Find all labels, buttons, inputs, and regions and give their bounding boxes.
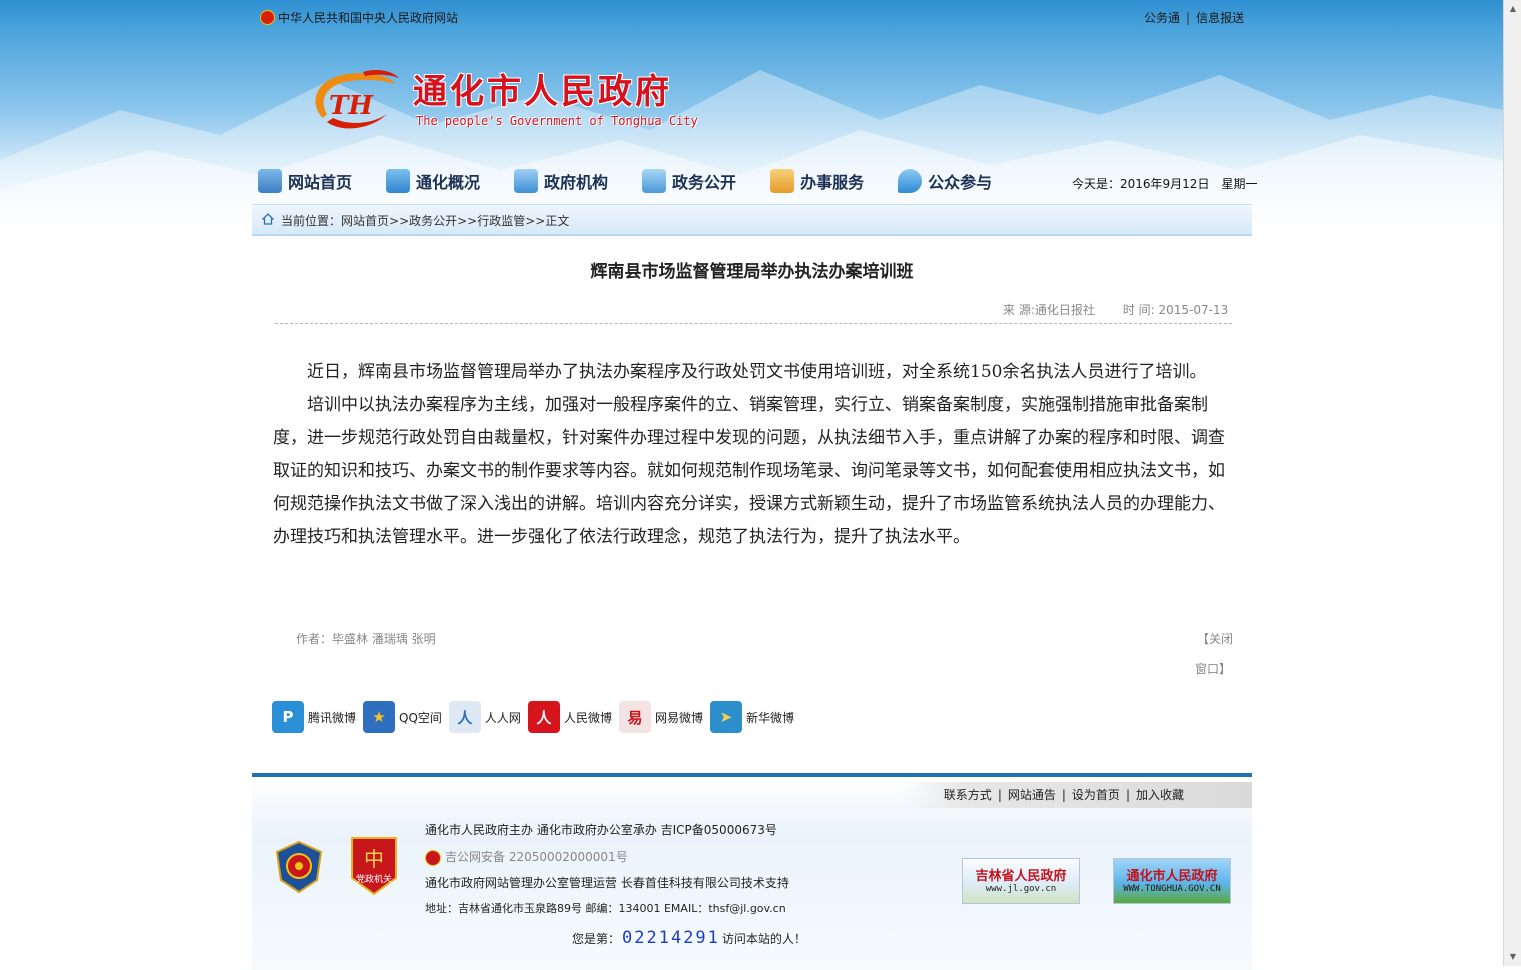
central-gov-link[interactable]: 中华人民共和国中央人民政府网站 bbox=[260, 9, 458, 26]
article-time: 时 间: 2015-07-13 bbox=[1122, 303, 1229, 317]
share-bar: P 腾讯微博 ★ QQ空间 人 人人网 人 人民微博 易 网易微博 ➤ 新华微博 bbox=[272, 701, 801, 733]
nav-org[interactable]: 政府机构 bbox=[514, 166, 608, 196]
nav-participate[interactable]: 公众参与 bbox=[898, 166, 992, 196]
breadcrumb: 当前位置：网站首页>>政务公开>>行政监管>>正文 bbox=[252, 204, 1252, 236]
article-body: 近日，辉南县市场监督管理局举办了执法办案程序及行政处罚文书使用培训班，对全系统1… bbox=[273, 356, 1233, 554]
counter-suffix: 访问本站的人！ bbox=[721, 932, 806, 946]
footer-police-text: 吉公网安备 22050002000001号 bbox=[445, 850, 628, 864]
nav-org-label: 政府机构 bbox=[544, 173, 609, 192]
nav-service[interactable]: 办事服务 bbox=[770, 166, 864, 196]
nav-service-label: 办事服务 bbox=[800, 173, 865, 192]
breadcrumb-label: 当前位置： bbox=[281, 214, 342, 228]
set-homepage-link[interactable]: 设为首页 bbox=[1072, 788, 1120, 802]
nav-public-label: 政务公开 bbox=[672, 173, 737, 192]
share-xinhua-weibo[interactable]: ➤ 新华微博 bbox=[709, 701, 794, 733]
tonghua-logo-icon[interactable]: TH bbox=[303, 66, 403, 136]
national-emblem-icon bbox=[260, 10, 275, 25]
renren-icon: 人 bbox=[448, 701, 481, 733]
add-favorite-link[interactable]: 加入收藏 bbox=[1136, 788, 1184, 802]
chat-icon bbox=[898, 169, 923, 193]
party-gov-badge-icon[interactable]: 中 党政机关 bbox=[348, 834, 400, 898]
share-tencent-weibo[interactable]: P 腾讯微博 bbox=[272, 701, 356, 733]
footer-links: 联系方式 | 网站通告 | 设为首页 | 加入收藏 bbox=[902, 782, 1252, 808]
svg-text:党政机关: 党政机关 bbox=[356, 873, 392, 885]
org-icon bbox=[514, 169, 539, 193]
share-label: 人人网 bbox=[484, 710, 521, 725]
close-window-link[interactable]: 【关闭 bbox=[1197, 630, 1233, 647]
notice-link[interactable]: 网站通告 bbox=[1008, 788, 1056, 802]
article-paragraph: 近日，辉南县市场监督管理局举办了执法办案程序及行政处罚文书使用培训班，对全系统1… bbox=[307, 362, 1207, 382]
counter-prefix: 您是第： bbox=[572, 932, 621, 946]
visitor-counter: 您是第： 02214291 访问本站的人！ bbox=[572, 928, 806, 948]
home-small-icon bbox=[262, 213, 274, 225]
main-nav: 网站首页 通化概况 政府机构 政务公开 办事服务 公众参与 bbox=[258, 166, 1026, 196]
scroll-up-icon[interactable]: ▲ bbox=[1504, 0, 1521, 18]
nav-home[interactable]: 网站首页 bbox=[258, 166, 352, 196]
counter-value: 02214291 bbox=[622, 928, 720, 948]
footer: 联系方式 | 网站通告 | 设为首页 | 加入收藏 中 党政机关 通化市人民政府主办 通化市… bbox=[252, 773, 1252, 970]
top-bar: 中华人民共和国中央人民政府网站 公务通 | 信息报送 bbox=[0, 0, 1503, 34]
article-meta: 来 源:通化日报社 时 间: 2015-07-13 bbox=[1003, 301, 1228, 318]
xinhua-weibo-icon: ➤ bbox=[709, 701, 742, 733]
info-report-link[interactable]: 信息报送 bbox=[1196, 11, 1244, 25]
share-netease-weibo[interactable]: 易 网易微博 bbox=[618, 701, 703, 733]
share-label: 网易微博 bbox=[654, 710, 703, 725]
tonghua-gov-title: 通化市人民政府 bbox=[1126, 869, 1218, 884]
close-window-link-cont[interactable]: 窗口】 bbox=[1195, 660, 1231, 677]
share-renren[interactable]: 人 人人网 bbox=[448, 701, 521, 733]
share-qzone[interactable]: ★ QQ空间 bbox=[363, 701, 442, 733]
article-title: 辉南县市场监督管理局举办执法办案培训班 bbox=[590, 262, 914, 282]
share-label: 人民微博 bbox=[563, 710, 612, 725]
nav-overview[interactable]: 通化概况 bbox=[386, 166, 480, 196]
police-icon bbox=[425, 849, 441, 866]
share-label: 新华微博 bbox=[745, 710, 794, 725]
jilin-gov-url: www.jl.gov.cn bbox=[985, 884, 1057, 894]
divider bbox=[275, 323, 1232, 324]
gongwutong-link[interactable]: 公务通 bbox=[1144, 11, 1180, 25]
site-subtitle: The people's Government of Tonghua City bbox=[416, 114, 698, 128]
share-label: QQ空间 bbox=[399, 710, 442, 725]
tonghua-gov-url: WWW.TONGHUA.GOV.CN bbox=[1123, 884, 1221, 894]
breadcrumb-path[interactable]: 网站首页>>政务公开>>行政监管>>正文 bbox=[341, 214, 569, 228]
central-gov-link-label: 中华人民共和国中央人民政府网站 bbox=[278, 11, 459, 25]
contact-link[interactable]: 联系方式 bbox=[944, 788, 992, 802]
footer-sponsor: 通化市人民政府主办 通化市政府办公室承办 吉ICP备05000673号 bbox=[425, 823, 777, 837]
nav-participate-label: 公众参与 bbox=[928, 173, 993, 192]
overview-icon bbox=[386, 169, 411, 193]
separator: | bbox=[1186, 11, 1191, 25]
book-icon bbox=[642, 169, 667, 193]
nav-home-label: 网站首页 bbox=[288, 173, 353, 192]
svg-text:中: 中 bbox=[364, 847, 384, 871]
article-author: 作者：毕盛林 潘瑞瑀 张明 bbox=[296, 632, 436, 646]
footer-operator: 通化市政府网站管理办公室管理运营 长春首佳科技有限公司技术支持 bbox=[425, 876, 789, 890]
jilin-gov-link[interactable]: 吉林省人民政府 www.jl.gov.cn bbox=[962, 858, 1080, 904]
qzone-icon: ★ bbox=[363, 701, 396, 733]
breadcrumb-text: 当前位置：网站首页>>政务公开>>行政监管>>正文 bbox=[281, 212, 569, 229]
tencent-weibo-icon: P bbox=[272, 701, 304, 733]
article-source: 来 源:通化日报社 bbox=[1003, 303, 1095, 317]
tonghua-gov-link[interactable]: 通化市人民政府 WWW.TONGHUA.GOV.CN bbox=[1113, 858, 1231, 904]
nav-public[interactable]: 政务公开 bbox=[642, 166, 736, 196]
police-badge-icon[interactable] bbox=[273, 840, 325, 894]
people-weibo-icon: 人 bbox=[527, 701, 560, 733]
home-icon bbox=[258, 169, 282, 193]
nav-overview-label: 通化概况 bbox=[416, 173, 481, 192]
site-title: 通化市人民政府 bbox=[413, 72, 672, 112]
service-icon bbox=[770, 169, 795, 193]
svg-text:TH: TH bbox=[329, 91, 374, 121]
share-people-weibo[interactable]: 人 人民微博 bbox=[527, 701, 612, 733]
footer-police-record[interactable]: 吉公网安备 22050002000001号 bbox=[425, 848, 628, 866]
footer-address: 地址：吉林省通化市玉泉路89号 邮编：134001 EMAIL：thsf@jl.… bbox=[425, 902, 786, 915]
top-right-links: 公务通 | 信息报送 bbox=[1144, 9, 1244, 26]
jilin-gov-title: 吉林省人民政府 bbox=[975, 869, 1067, 884]
netease-weibo-icon: 易 bbox=[618, 701, 651, 733]
current-date: 今天是：2016年9月12日 星期一 bbox=[1072, 177, 1258, 191]
vertical-scrollbar[interactable]: ▲ ▼ bbox=[1503, 0, 1521, 966]
scroll-down-icon[interactable]: ▼ bbox=[1504, 948, 1521, 966]
share-label: 腾讯微博 bbox=[308, 710, 357, 725]
article-paragraph: 培训中以执法办案程序为主线，加强对一般程序案件的立、销案管理，实行立、销案备案制… bbox=[273, 395, 1225, 547]
